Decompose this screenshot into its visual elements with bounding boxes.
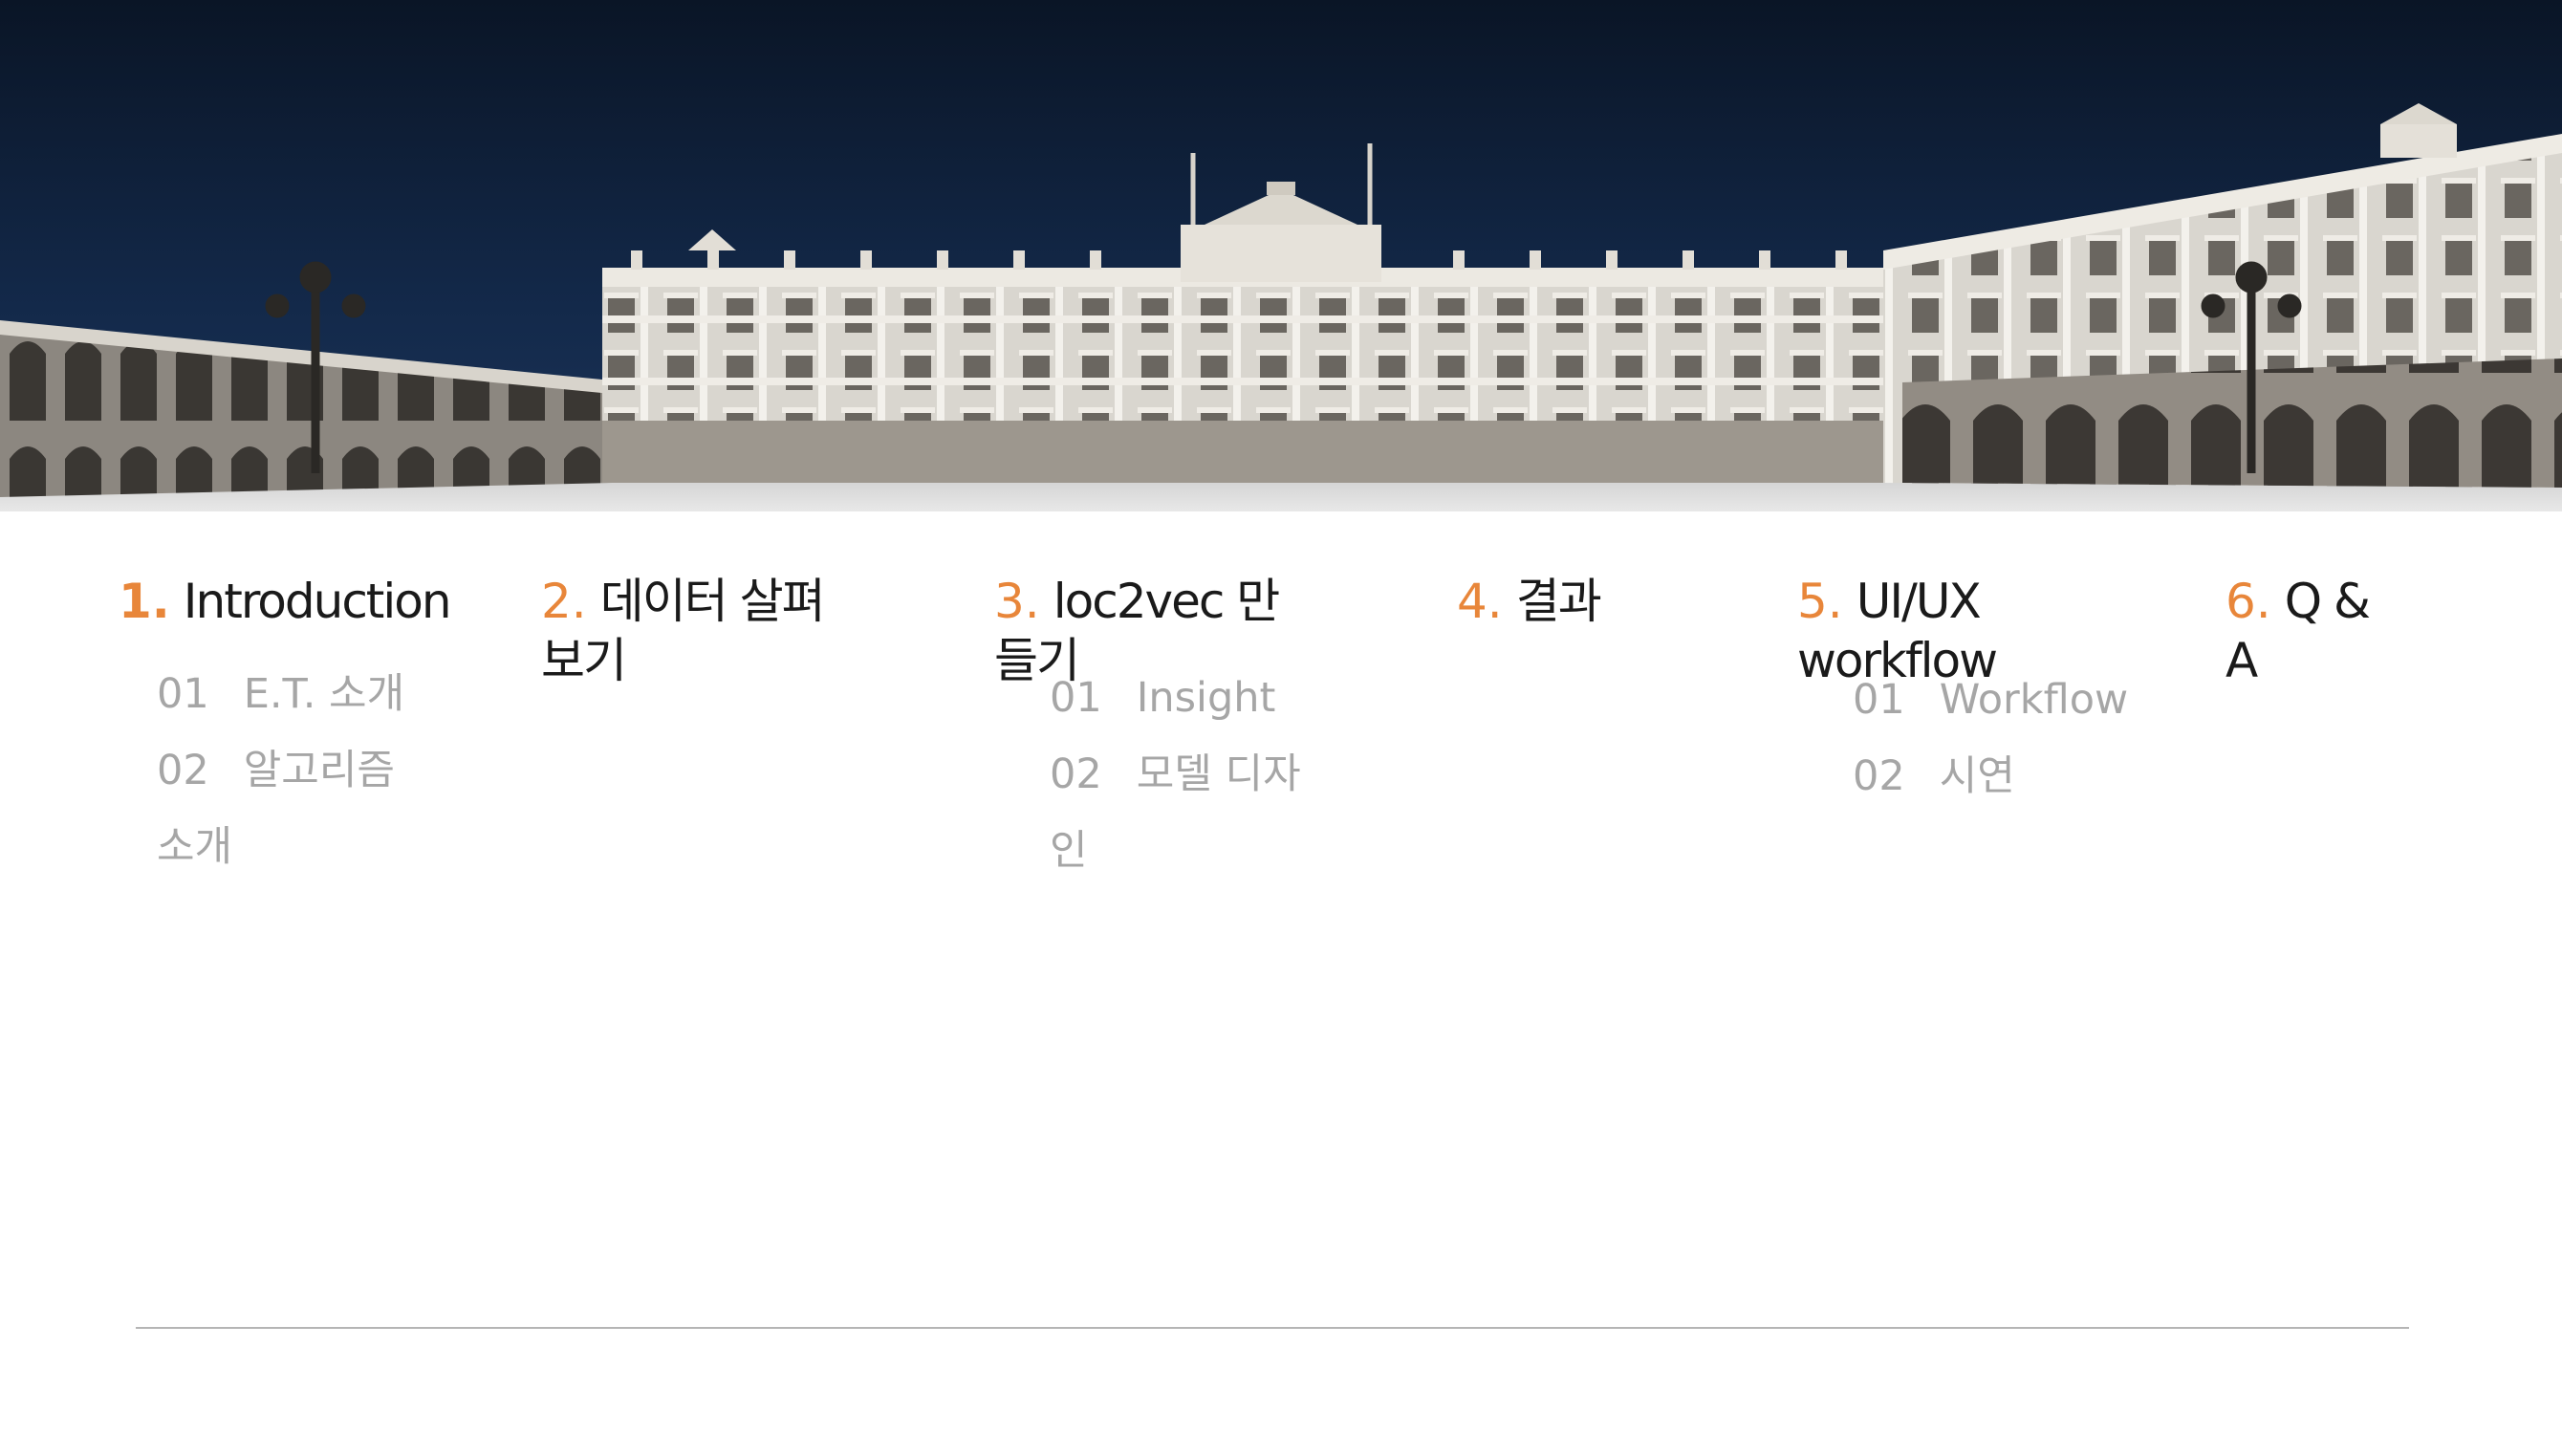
list-item: 01 Workflow	[1853, 662, 2178, 738]
list-item: 02 시연	[1853, 738, 2178, 815]
section-title: 1. Introduction	[119, 572, 452, 631]
sub-item-label: Insight	[1136, 674, 1276, 722]
section-number: 4.	[1457, 574, 1503, 629]
sub-item-index: 02	[1050, 750, 1102, 798]
agenda-section-qa: 6. Q & A	[2225, 572, 2398, 690]
sub-item-index: 01	[1050, 674, 1102, 722]
sub-item-list: 01 Insight 02 모델 디자인	[1050, 660, 1336, 889]
sub-item-list: 01 E.T. 소개 02 알고리즘 소개	[157, 656, 444, 885]
section-number: 1.	[119, 574, 170, 629]
section-title: 2. 데이터 살펴보기	[541, 572, 847, 690]
footer-divider	[136, 1327, 2409, 1329]
sub-item-index: 02	[157, 747, 209, 794]
palace-illustration	[0, 0, 2562, 511]
agenda-section-uiux: 5. UI/UX workflow 01 Workflow 02 시연	[1797, 572, 2128, 800]
sub-item-label: 시연	[1939, 752, 2015, 800]
sub-item-list: 01 Workflow 02 시연	[1853, 662, 2178, 815]
section-number: 5.	[1797, 574, 1843, 629]
agenda-section-introduction: 1. Introduction 01 E.T. 소개 02 알고리즘 소개	[119, 572, 452, 871]
list-item: 01 Insight	[1050, 660, 1336, 736]
section-number: 6.	[2225, 574, 2271, 629]
sub-item-index: 01	[1853, 676, 1905, 724]
sub-item-label: Workflow	[1939, 676, 2129, 724]
sub-item-index: 02	[1853, 752, 1905, 800]
palace-banner-image	[0, 0, 2562, 511]
section-title-text: Introduction	[183, 574, 452, 629]
section-title: 4. 결과	[1457, 572, 1705, 631]
agenda-section-data: 2. 데이터 살펴보기	[541, 572, 847, 690]
sub-item-label: E.T. 소개	[243, 670, 405, 718]
section-title: 6. Q & A	[2225, 572, 2398, 690]
agenda-slide: 1. Introduction 01 E.T. 소개 02 알고리즘 소개 2. 데이터…	[0, 0, 2562, 1456]
agenda-section-results: 4. 결과	[1457, 572, 1705, 631]
list-item: 01 E.T. 소개	[157, 656, 444, 732]
list-item: 02 모델 디자인	[1050, 736, 1336, 889]
section-title-text: 결과	[1515, 574, 1602, 629]
agenda-section-loc2vec: 3. loc2vec 만들기 01 Insight 02 모델 디자인	[994, 572, 1301, 875]
sub-item-index: 01	[157, 670, 209, 718]
list-item: 02 알고리즘 소개	[157, 732, 444, 885]
section-number: 3.	[994, 574, 1040, 629]
section-number: 2.	[541, 574, 587, 629]
